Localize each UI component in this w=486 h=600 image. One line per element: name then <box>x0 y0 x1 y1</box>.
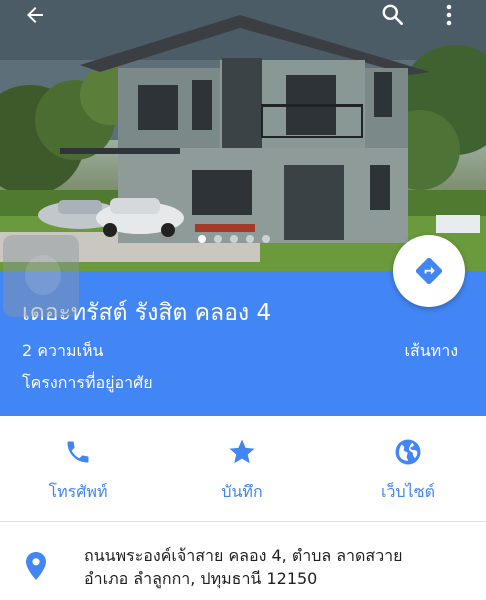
directions-button[interactable] <box>393 235 465 307</box>
address-row[interactable]: ถนนพระองค์เจ้าสาย คลอง 4, ตำบล ลาดสวาย อ… <box>0 522 486 600</box>
call-button[interactable]: โทรศัพท์ <box>8 434 148 505</box>
place-photo[interactable] <box>0 0 486 271</box>
directions-label[interactable]: เส้นทาง <box>404 339 458 364</box>
arrow-back-icon <box>27 7 43 23</box>
search-button[interactable] <box>376 0 410 30</box>
house-photo <box>0 0 486 271</box>
website-button[interactable]: เว็บไซต์ <box>338 434 478 505</box>
pager-dot[interactable] <box>214 235 222 243</box>
back-button[interactable] <box>18 0 52 30</box>
globe-icon <box>395 439 421 465</box>
photo-pager <box>198 234 270 244</box>
save-label: บันทึก <box>221 482 263 501</box>
address-line-1: ถนนพระองค์เจ้าสาย คลอง 4, ตำบล ลาดสวาย <box>84 546 403 565</box>
toolbar <box>0 0 486 34</box>
save-button[interactable]: บันทึก <box>172 434 312 505</box>
phone-icon <box>67 441 89 463</box>
overlay-button[interactable] <box>3 235 79 317</box>
location-pin-icon <box>26 552 46 580</box>
overlay-icon <box>25 255 61 295</box>
pager-dot[interactable] <box>230 235 238 243</box>
place-category: โครงการที่อยู่อาศัย <box>22 373 153 392</box>
star-icon <box>229 439 255 464</box>
more-vert-icon <box>446 4 452 26</box>
search-icon <box>382 4 403 25</box>
pager-dot[interactable] <box>246 235 254 243</box>
more-options-button[interactable] <box>432 0 466 30</box>
reviews-link[interactable]: 2 ความเห็น <box>22 339 103 364</box>
address-line-2: อำเภอ ลำลูกกา, ปทุมธานี 12150 <box>84 569 318 588</box>
pager-dot[interactable] <box>198 235 206 243</box>
call-label: โทรศัพท์ <box>48 482 108 501</box>
pager-dot[interactable] <box>262 235 270 243</box>
action-row: โทรศัพท์ บันทึก เว็บไซต์ <box>0 416 486 522</box>
website-label: เว็บไซต์ <box>381 482 435 501</box>
directions-icon <box>415 257 443 285</box>
